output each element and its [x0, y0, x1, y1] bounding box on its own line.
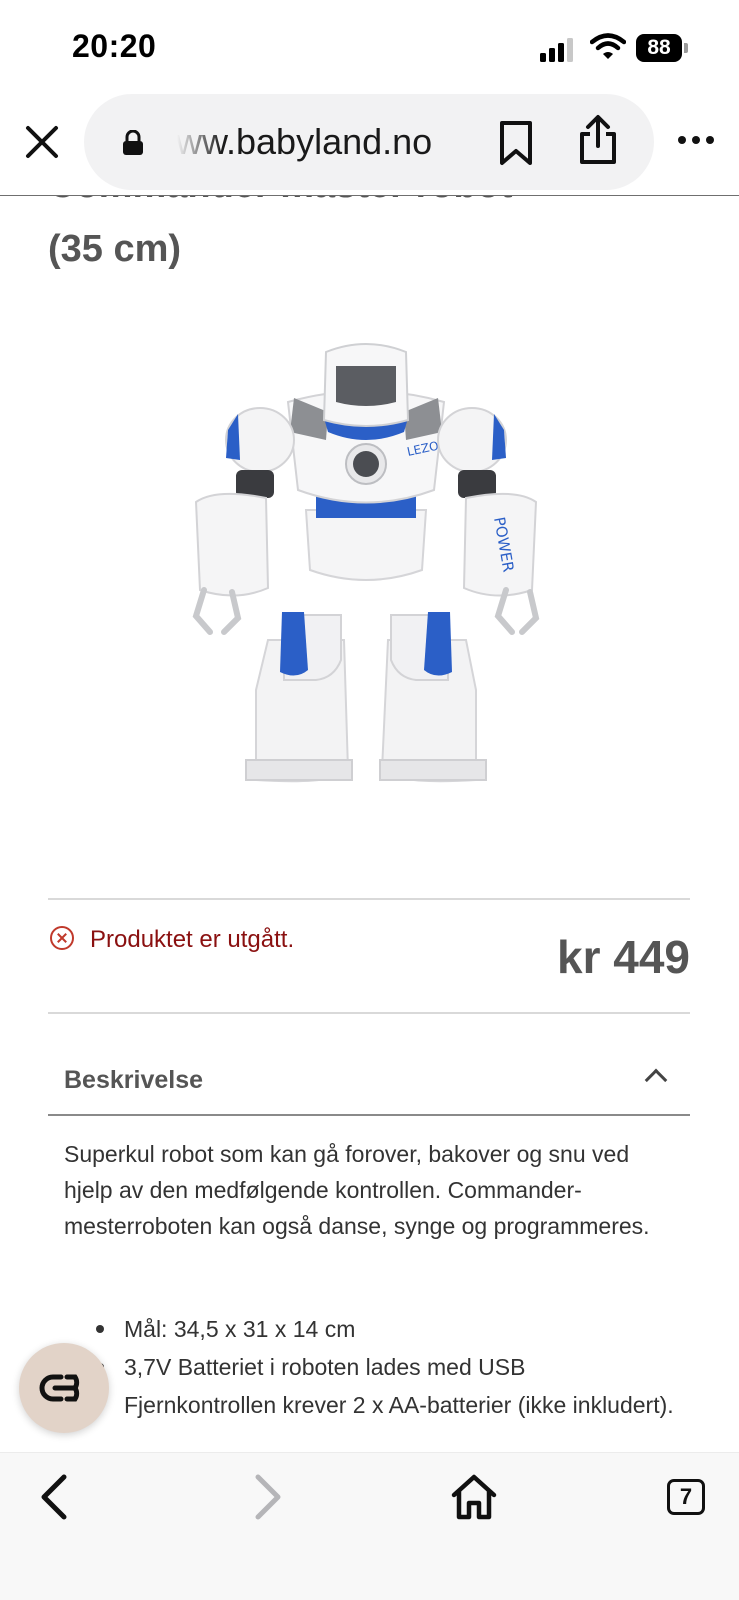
browser-toolbar: 7 — [0, 1452, 739, 1600]
wifi-icon — [590, 33, 626, 59]
spec-list: Mål: 34,5 x 31 x 14 cm 3,7V Batteriet i … — [64, 1310, 676, 1424]
bookmark-icon[interactable] — [496, 120, 536, 166]
description-heading: Beskrivelse — [64, 1066, 204, 1094]
chevron-up-icon — [644, 1068, 668, 1092]
availability-text: Produktet er utgått. — [90, 926, 295, 953]
back-icon[interactable] — [30, 1471, 82, 1523]
description-text: Superkul robot som kan gå forover, bakov… — [64, 1141, 650, 1239]
battery-icon: 88 — [636, 34, 688, 62]
battery-level: 88 — [636, 34, 682, 62]
error-circle-icon — [50, 926, 74, 950]
product-title-size: (35 cm) — [48, 228, 182, 270]
spec-item: 3,7V Batteriet i roboten lades med USB — [64, 1348, 676, 1386]
product-price: kr 449 — [556, 931, 690, 983]
home-icon[interactable] — [448, 1471, 500, 1523]
availability-row: Produktet er utgått. kr 449 — [48, 920, 690, 1000]
status-bar: 20:20 88 — [0, 0, 739, 92]
tabs-count: 7 — [667, 1479, 705, 1515]
lock-icon — [123, 130, 143, 155]
close-icon[interactable] — [22, 122, 62, 162]
divider-top — [48, 898, 690, 900]
spec-item: Mål: 34,5 x 31 x 14 cm — [64, 1310, 676, 1348]
chat-button[interactable] — [19, 1343, 109, 1433]
divider-bottom — [48, 1012, 690, 1014]
chat-icon — [39, 1374, 80, 1402]
description-accordion-header[interactable]: Beskrivelse — [48, 1040, 690, 1116]
product-image[interactable]: LEZO POWER — [176, 340, 556, 810]
more-icon[interactable] — [676, 132, 716, 148]
forward-icon[interactable] — [240, 1471, 292, 1523]
spec-item: Fjernkontrollen krever 2 x AA-batterier … — [64, 1386, 676, 1424]
status-time: 20:20 — [72, 28, 157, 64]
signal-icon — [540, 36, 576, 62]
address-bar[interactable]: ww.babyland.no — [84, 94, 654, 190]
tabs-button[interactable]: 7 — [660, 1471, 712, 1523]
share-icon[interactable] — [576, 114, 620, 166]
browser-bar: ww.babyland.no — [0, 92, 739, 196]
